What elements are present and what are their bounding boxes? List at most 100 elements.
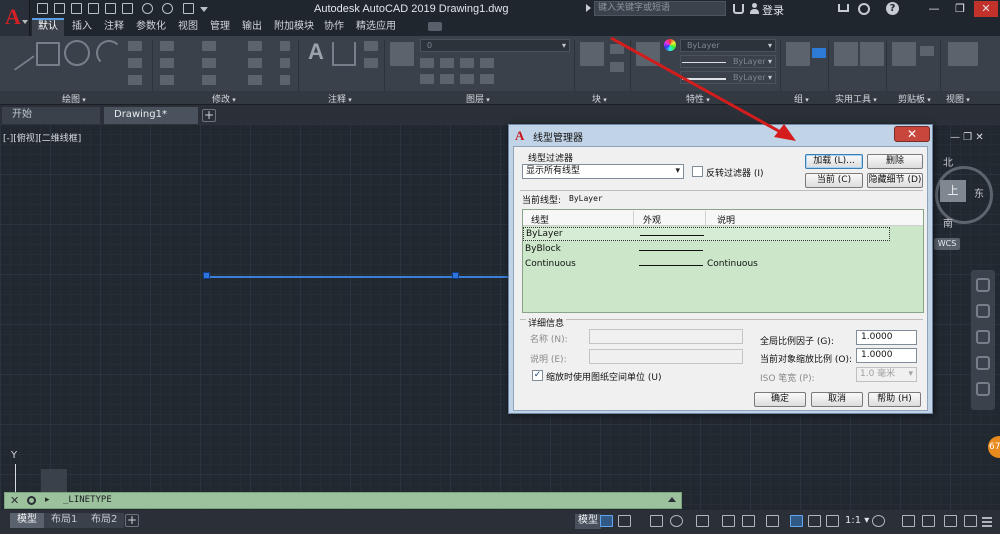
global-scale-input[interactable]: 1.0000 (856, 330, 917, 345)
ribbon-tab-output[interactable]: 输出 (242, 18, 262, 36)
customization-menu-icon[interactable] (982, 515, 992, 527)
annotation-monitor-icon[interactable] (902, 515, 915, 527)
group-select-icon[interactable] (812, 48, 826, 58)
column-header-appearance[interactable]: 外观 (643, 213, 661, 226)
list-scroll-area[interactable] (891, 226, 923, 312)
panel-label-utilities[interactable]: 实用工具 (835, 92, 877, 105)
object-scale-input[interactable]: 1.0000 (856, 348, 917, 363)
linetype-list[interactable]: 线型 外观 说明 ByLayer ByBlock Continuous Cont… (522, 209, 924, 313)
exchange-icon[interactable] (858, 3, 870, 15)
edit-block-icon[interactable] (610, 62, 624, 72)
viewport-controls-label[interactable]: [-][俯视][二维线框] (3, 131, 81, 144)
line-tool-icon[interactable] (1, 37, 35, 71)
signin-button[interactable]: 登录 (762, 2, 784, 18)
object-snap-icon[interactable] (742, 515, 755, 527)
ribbon-tab-annotate[interactable]: 注释 (104, 18, 124, 36)
notification-badge[interactable]: 67 (988, 436, 1000, 458)
array-icon[interactable] (248, 75, 262, 85)
workspace-gear-icon[interactable] (872, 515, 885, 527)
panel-label-properties[interactable]: 特性 (686, 92, 710, 105)
share-icon[interactable] (183, 3, 194, 14)
panel-label-block[interactable]: 块 (592, 92, 607, 105)
file-tab-drawing1[interactable]: Drawing1* (104, 107, 198, 124)
measure-icon[interactable] (834, 42, 858, 66)
save-icon[interactable] (71, 3, 82, 14)
polyline-tool-icon[interactable] (36, 42, 60, 66)
hide-details-button[interactable]: 隐藏细节 (D) (867, 173, 923, 188)
model-space-toggle[interactable]: 模型 (575, 514, 601, 529)
layer-lock-icon[interactable] (480, 58, 494, 68)
viewport-window-controls[interactable]: — ❐ ✕ (950, 132, 984, 143)
dialog-close-button[interactable]: ✕ (894, 126, 930, 142)
color-dropdown[interactable]: ByLayer (680, 39, 776, 52)
line-mid-grip[interactable] (452, 272, 459, 279)
ribbon-tab-featured-apps[interactable]: 精选应用 (356, 18, 396, 36)
dimension-tool-icon[interactable] (332, 42, 356, 66)
create-block-icon[interactable] (610, 44, 624, 54)
help-icon[interactable]: ? (886, 2, 899, 15)
undo-icon[interactable] (142, 3, 153, 14)
quick-calc-icon[interactable] (860, 42, 884, 66)
ribbon-tab-view[interactable]: 视图 (178, 18, 198, 36)
command-input[interactable]: _LINETYPE (63, 495, 112, 505)
erase-icon[interactable] (280, 41, 290, 51)
showmotion-icon[interactable] (976, 382, 990, 396)
group-icon[interactable] (786, 42, 810, 66)
viewcube-top-face[interactable]: 上 (940, 180, 966, 202)
ortho-icon[interactable] (650, 515, 663, 527)
stretch-icon[interactable] (160, 75, 174, 85)
isolate-objects-icon[interactable] (922, 515, 935, 527)
text-tool-icon[interactable]: A (304, 40, 328, 64)
annotation-visibility-icon[interactable] (790, 515, 803, 527)
trim-icon[interactable] (248, 41, 262, 51)
search-input[interactable]: 键入关键字或短语 (594, 1, 726, 16)
paste-icon[interactable] (892, 42, 916, 66)
offset-icon[interactable] (280, 75, 290, 85)
panel-label-annotate[interactable]: 注释 (328, 92, 352, 105)
grid-icon[interactable] (600, 515, 613, 527)
layer-unisolate-icon[interactable] (480, 74, 494, 84)
insert-block-icon[interactable] (580, 42, 604, 66)
auto-scale-icon[interactable] (808, 515, 821, 527)
list-item[interactable]: ByBlock (523, 243, 890, 257)
layout-tab-model[interactable]: 模型 (10, 513, 44, 528)
copy-clip-icon[interactable] (920, 46, 934, 56)
layout-tab-layout1[interactable]: 布局1 (44, 513, 85, 528)
layout-tab-layout2[interactable]: 布局2 (84, 513, 125, 528)
new-file-icon[interactable] (37, 3, 48, 14)
add-layout-button[interactable]: + (125, 514, 139, 527)
panel-label-layers[interactable]: 图层 (466, 92, 490, 105)
color-wheel-icon[interactable] (664, 39, 676, 51)
leader-icon[interactable] (364, 41, 378, 51)
list-item[interactable]: ByLayer (523, 227, 890, 241)
invert-filter-checkbox[interactable] (692, 166, 703, 177)
layer-match-icon[interactable] (420, 74, 434, 84)
command-line[interactable]: ✕ ▸ _LINETYPE (4, 492, 682, 509)
cancel-button[interactable]: 取消 (811, 392, 863, 407)
panel-label-clipboard[interactable]: 剪贴板 (898, 92, 931, 105)
ok-button[interactable]: 确定 (754, 392, 806, 407)
help-button[interactable]: 帮助 (H) (868, 392, 921, 407)
linetype-filter-select[interactable]: 显示所有线型 (522, 164, 684, 179)
line-start-grip[interactable] (203, 272, 210, 279)
load-button[interactable]: 加载 (L)... (805, 154, 863, 169)
command-history-icon[interactable] (668, 497, 676, 502)
layer-properties-icon[interactable] (390, 42, 414, 66)
cart-icon[interactable] (838, 4, 849, 12)
rectangle-icon[interactable] (128, 41, 142, 51)
compass-east[interactable]: 东 (974, 185, 984, 200)
panel-label-modify[interactable]: 修改 (212, 92, 236, 105)
lineweight-dropdown[interactable]: ByLayer (680, 71, 776, 84)
panel-label-groups[interactable]: 组 (794, 92, 809, 105)
file-tab-start[interactable]: 开始 (2, 107, 100, 124)
clean-screen-icon[interactable] (964, 515, 977, 527)
mirror-icon[interactable] (202, 58, 216, 68)
save-as-icon[interactable] (88, 3, 99, 14)
base-view-icon[interactable] (948, 42, 978, 66)
close-icon[interactable]: ✕ (10, 494, 19, 507)
explode-icon[interactable] (280, 58, 290, 68)
qat-menu-icon[interactable] (200, 7, 208, 12)
layer-off-icon[interactable] (420, 58, 434, 68)
wcs-menu[interactable]: WCS (934, 238, 960, 250)
table-icon[interactable] (364, 58, 378, 68)
